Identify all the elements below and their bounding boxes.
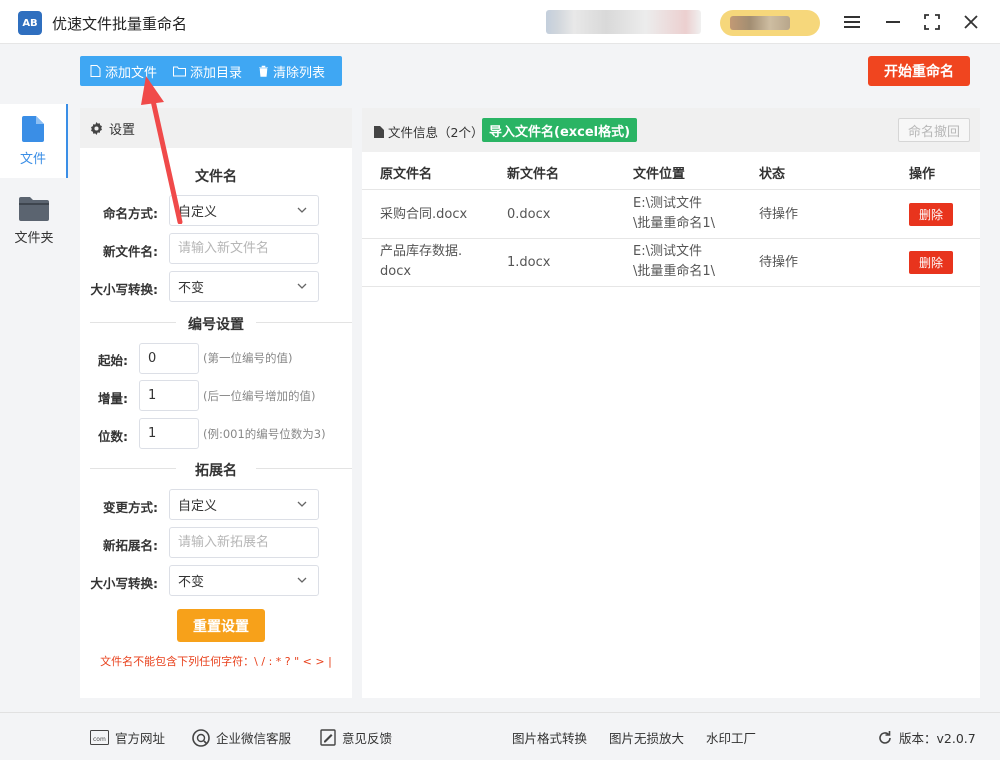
file-list-panel: 文件信息（2个） 导入文件名(excel格式) 命名撤回 原文件名 新文件名 文…: [362, 108, 980, 698]
import-excel-button[interactable]: 导入文件名(excel格式): [482, 118, 638, 142]
undo-rename-button[interactable]: 命名撤回: [898, 118, 970, 142]
menu-icon[interactable]: [839, 9, 865, 35]
digits-hint: (例:001的编号位数为3): [203, 427, 326, 441]
settings-header: 设置: [80, 108, 352, 148]
nav-item-folders[interactable]: 文件夹: [0, 184, 68, 258]
case-conversion-select[interactable]: 不变: [169, 271, 319, 302]
ext-method-value: 自定义: [178, 499, 218, 514]
status-cell: 待操作: [759, 207, 799, 222]
nav-item-files[interactable]: 文件: [0, 104, 68, 178]
left-nav: 文件 文件夹: [0, 104, 68, 704]
start-rename-button[interactable]: 开始重命名: [868, 56, 970, 86]
increment-input[interactable]: [139, 380, 199, 411]
table-row[interactable]: 采购合同.docx 0.docx E:\测试文件 \批量重命名1\ 待操作 删除: [362, 191, 980, 239]
feedback-link[interactable]: 意见反馈: [320, 728, 392, 747]
watermark-link[interactable]: 水印工厂: [706, 728, 756, 747]
filename-section-title: 文件名: [195, 169, 237, 185]
trash-icon: [259, 65, 269, 77]
app-logo: AB: [18, 11, 42, 35]
naming-method-select[interactable]: 自定义: [169, 195, 319, 226]
file-info-label: 文件信息（2个）: [388, 125, 484, 140]
column-status: 状态: [759, 167, 786, 182]
website-icon: com: [90, 730, 109, 745]
status-cell: 待操作: [759, 255, 799, 270]
file-toolbar: 添加文件 添加目录 清除列表: [80, 56, 342, 86]
user-account-badge[interactable]: [720, 10, 820, 36]
delete-button[interactable]: 删除: [909, 251, 953, 274]
start-number-input[interactable]: [139, 343, 199, 374]
settings-panel: 设置 文件名 命名方式: 自定义 新文件名: 大小写转换: 不变 编号设置 起始…: [80, 108, 352, 698]
image-convert-link[interactable]: 图片格式转换: [512, 728, 587, 747]
location-cell: E:\测试文件 \批量重命名1\: [633, 244, 716, 279]
original-name-cell: 产品库存数据. docx: [380, 244, 463, 279]
new-name-cell: 1.docx: [507, 255, 551, 270]
increment-label: 增量:: [98, 391, 128, 406]
folder-icon: [19, 196, 49, 221]
case-conversion-value: 不变: [178, 281, 205, 296]
gear-icon: [91, 121, 102, 135]
start-number-label: 起始:: [98, 353, 128, 368]
nav-files-label: 文件: [19, 151, 46, 167]
start-number-hint: (第一位编号的值): [203, 351, 293, 365]
file-info-title: 文件信息（2个）: [374, 122, 483, 141]
numbering-section-title: 编号设置: [176, 314, 256, 334]
chevron-down-icon: [297, 283, 307, 289]
clear-list-button[interactable]: 清除列表: [248, 62, 331, 81]
settings-title: 设置: [109, 122, 136, 138]
file-icon: [374, 125, 384, 138]
file-list-header: 文件信息（2个） 导入文件名(excel格式) 命名撤回: [362, 108, 980, 152]
column-location: 文件位置: [633, 167, 686, 182]
new-ext-label: 新拓展名:: [103, 538, 158, 553]
ext-case-label: 大小写转换:: [90, 576, 159, 591]
maximize-icon[interactable]: [919, 9, 945, 35]
case-conversion-label: 大小写转换:: [90, 282, 159, 297]
close-icon[interactable]: [958, 9, 984, 35]
extension-section-title: 拓展名: [176, 460, 256, 480]
new-name-cell: 0.docx: [507, 207, 551, 222]
original-name-cell: 采购合同.docx: [380, 207, 468, 222]
column-original-name: 原文件名: [380, 167, 433, 182]
clear-list-label: 清除列表: [273, 65, 326, 81]
new-ext-input[interactable]: [169, 527, 319, 558]
location-cell: E:\测试文件 \批量重命名1\: [633, 196, 716, 231]
website-link[interactable]: com 官方网址: [90, 728, 165, 747]
delete-button[interactable]: 删除: [909, 203, 953, 226]
nav-folders-label: 文件夹: [14, 230, 54, 246]
version-info[interactable]: 版本：v2.0.7: [877, 728, 976, 747]
new-name-input[interactable]: [169, 233, 319, 264]
digits-label: 位数:: [98, 429, 128, 444]
ext-method-label: 变更方式:: [103, 500, 158, 515]
column-action: 操作: [909, 167, 936, 182]
title-bar: AB 优速文件批量重命名: [0, 0, 1000, 44]
refresh-icon: [879, 730, 891, 744]
increment-hint: (后一位编号增加的值): [203, 389, 316, 403]
column-new-name: 新文件名: [507, 167, 560, 182]
reset-settings-button[interactable]: 重置设置: [177, 609, 265, 642]
file-icon: [22, 115, 44, 142]
app-title: 优速文件批量重命名: [52, 15, 188, 33]
ext-case-select[interactable]: 不变: [169, 565, 319, 596]
file-icon: [90, 65, 101, 77]
blurred-user-info: [546, 10, 701, 34]
status-bar: com 官方网址 企业微信客服 意见反馈 图片格式转换 图片无损放大 水印工厂 …: [0, 712, 1000, 760]
chevron-down-icon: [297, 207, 307, 213]
chevron-down-icon: [297, 501, 307, 507]
wechat-service-link[interactable]: 企业微信客服: [192, 728, 291, 747]
new-name-label: 新文件名:: [103, 244, 158, 259]
chevron-down-icon: [297, 577, 307, 583]
svg-text:com: com: [93, 736, 106, 743]
wechat-icon: [192, 728, 210, 747]
ext-method-select[interactable]: 自定义: [169, 489, 319, 520]
filename-warning: 文件名不能包含下列任何字符：\ / : * ? " < > |: [100, 655, 332, 668]
table-header: 原文件名 新文件名 文件位置 状态 操作: [362, 152, 980, 190]
ext-case-value: 不变: [178, 575, 205, 590]
digits-input[interactable]: [139, 418, 199, 449]
feedback-icon: [320, 729, 336, 746]
table-row[interactable]: 产品库存数据. docx 1.docx E:\测试文件 \批量重命名1\ 待操作…: [362, 239, 980, 287]
annotation-arrow-icon: [141, 76, 183, 224]
image-upscale-link[interactable]: 图片无损放大: [609, 728, 684, 747]
minimize-icon[interactable]: [880, 9, 906, 35]
add-folder-label: 添加目录: [190, 65, 243, 81]
